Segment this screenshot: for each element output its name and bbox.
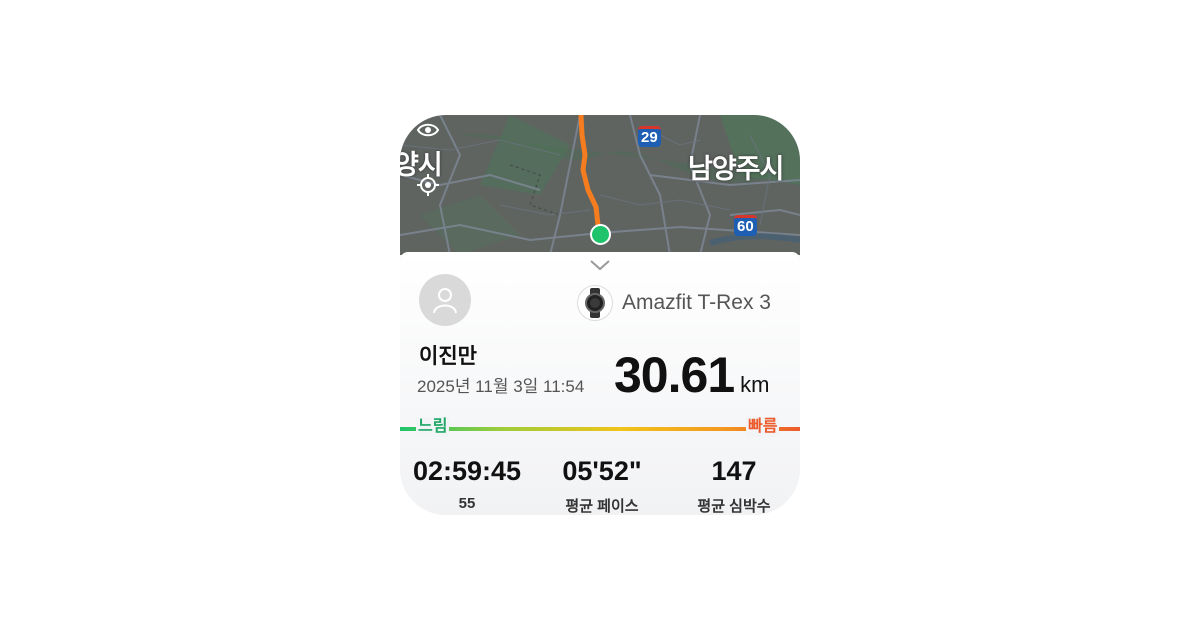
stat-pace-label: 평균 페이스 xyxy=(565,498,639,515)
chevron-down-icon[interactable] xyxy=(588,258,612,277)
watch-icon xyxy=(577,285,613,321)
route-map[interactable]: 양시 남양주시 29 60 xyxy=(400,115,800,255)
eye-icon[interactable] xyxy=(416,121,444,149)
user-icon xyxy=(433,288,457,314)
stat-pace-value: 05'52" xyxy=(562,456,642,486)
pace-gradient-bar xyxy=(400,427,800,431)
route-shield-60: 60 xyxy=(734,215,757,236)
stat-duration-label: 55 xyxy=(458,495,476,512)
end-point-marker xyxy=(590,224,611,245)
stat-duration-value: 02:59:45 xyxy=(412,456,522,486)
workout-datetime: 2025년 11월 3일 11:54 xyxy=(417,377,585,396)
device-name: Amazfit T-Rex 3 xyxy=(622,291,771,314)
route-line xyxy=(578,115,601,228)
distance-unit: km xyxy=(740,372,770,397)
device-info[interactable]: Amazfit T-Rex 3 xyxy=(577,285,771,321)
user-name: 이진만 xyxy=(419,345,477,368)
avatar[interactable] xyxy=(419,274,471,326)
pace-fast-label: 빠름 xyxy=(746,417,780,437)
map-city-label-right: 남양주시 xyxy=(688,154,784,184)
distance-value: 30.61 xyxy=(614,347,735,403)
workout-summary-panel: Amazfit T-Rex 3 이진만 2025년 11월 3일 11:54 3… xyxy=(400,252,800,515)
stat-heartrate-value: 147 xyxy=(711,456,757,486)
distance-display: 30.61 km xyxy=(614,346,769,404)
locate-icon[interactable] xyxy=(416,173,444,201)
workout-card: 양시 남양주시 29 60 Amazfit T-Rex 3 이진만 2025년 … xyxy=(400,115,800,515)
route-shield-29: 29 xyxy=(638,126,661,147)
pace-slow-label: 느림 xyxy=(416,417,450,437)
stat-heartrate-label: 평균 심박수 xyxy=(697,498,771,515)
